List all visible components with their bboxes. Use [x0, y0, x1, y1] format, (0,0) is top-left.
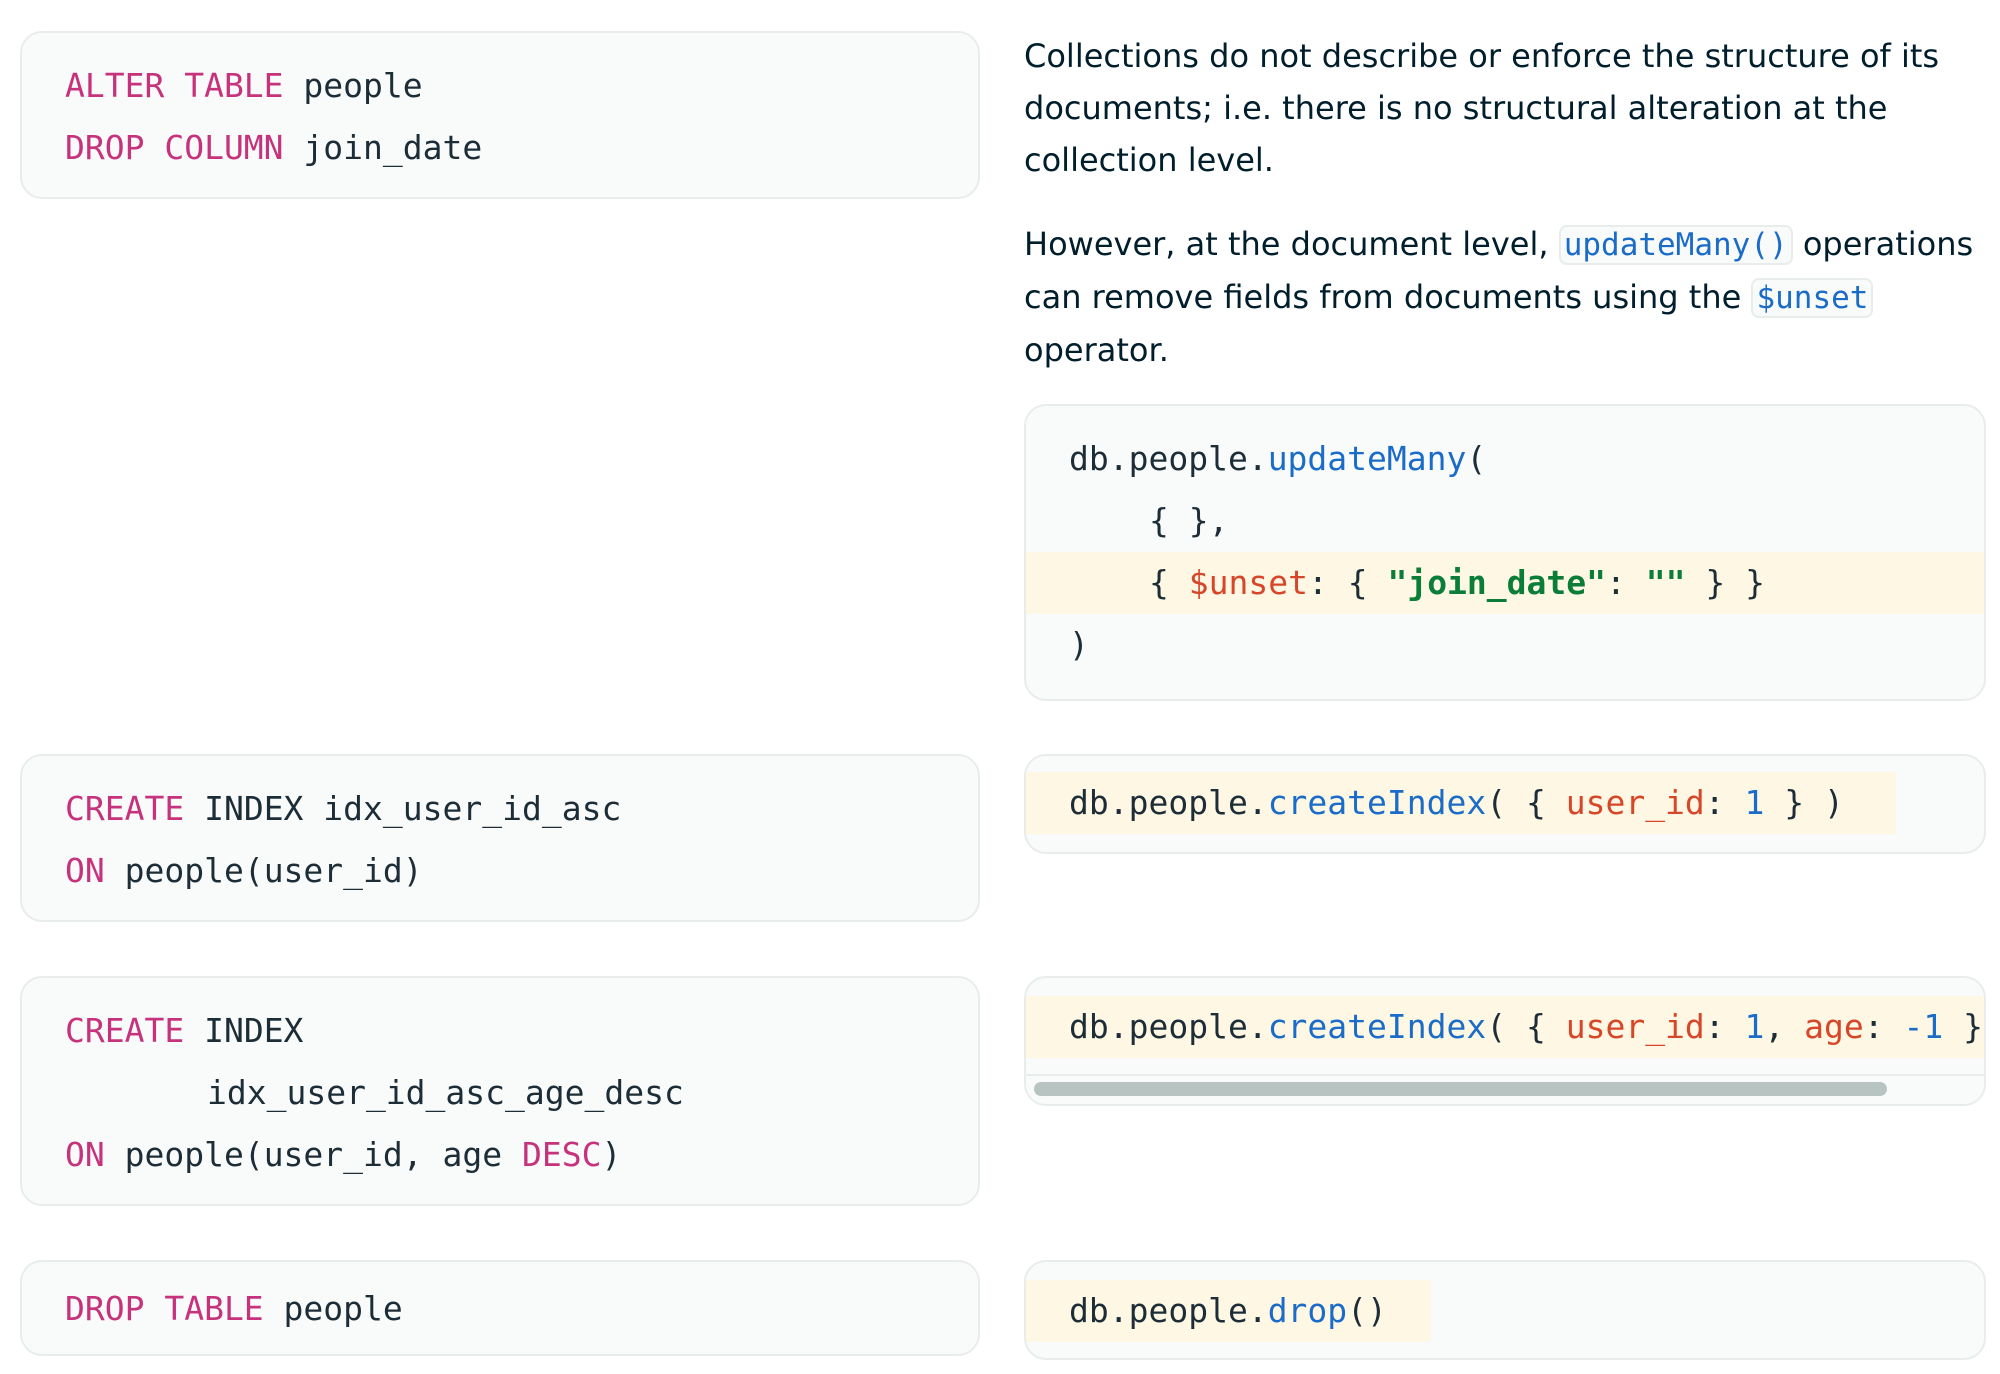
code-token: ( { [1486, 1007, 1566, 1046]
code-token: { }, [1149, 501, 1229, 540]
horizontal-scrollbar[interactable] [1034, 1082, 1887, 1096]
code-token: db.people. [1069, 439, 1268, 478]
code-token: INDEX [184, 1011, 304, 1050]
code-token: : [1606, 563, 1646, 602]
code-line: DROP COLUMN join_date [22, 117, 978, 179]
code-line: ON people(user_id) [22, 840, 978, 902]
code-token-kw: DESC [521, 1135, 602, 1174]
code-line: DROP TABLE people [22, 1278, 978, 1340]
code-token-var: user_id [1565, 1007, 1705, 1046]
text: However, at the document level, [1024, 225, 1559, 263]
code-token: db.people. [1069, 783, 1268, 822]
code-token: { [1149, 563, 1189, 602]
paragraph-update-many: However, at the document level, updateMa… [1024, 218, 1974, 376]
code-token: db.people. [1069, 1007, 1268, 1046]
code-token: ( [1466, 439, 1487, 478]
sql-code-block-drop-column: ALTER TABLE people DROP COLUMN join_date [20, 31, 980, 199]
code-token: () [1347, 1291, 1387, 1330]
code-token: people [283, 66, 423, 105]
code-token: : { [1307, 563, 1388, 602]
code-token: join_date [283, 128, 483, 167]
code-token: INDEX idx_user_id_asc [184, 789, 622, 828]
code-token-var: age [1804, 1007, 1864, 1046]
code-token: idx_user_id_asc_age_desc [207, 1073, 684, 1112]
inline-code-unset[interactable]: $unset [1751, 278, 1874, 318]
code-line: CREATE INDEX [22, 1000, 978, 1062]
code-token: people(user_id, age [104, 1135, 522, 1174]
code-token: ( { [1486, 783, 1566, 822]
code-token-fn: createIndex [1267, 783, 1487, 822]
code-token-kw: ALTER TABLE [65, 66, 284, 105]
mongo-code-block-create-index: db.people.createIndex( { user_id: 1 } ) [1024, 754, 1986, 854]
code-token-kw: ON [65, 851, 105, 890]
code-line-highlighted: db.people.createIndex( { user_id: 1 } ) [1026, 772, 1896, 834]
code-line: CREATE INDEX idx_user_id_asc [22, 778, 978, 840]
paragraph-collections: Collections do not describe or enforce t… [1024, 37, 1940, 179]
code-token-fn: drop [1267, 1291, 1348, 1330]
code-token: : [1704, 783, 1745, 822]
code-line-highlighted: db.people.drop() [1026, 1280, 1431, 1342]
code-token: , [1764, 1007, 1805, 1046]
code-line: ON people(user_id, age DESC) [22, 1124, 978, 1186]
code-line: { }, [1026, 490, 1984, 552]
code-token: } ) [1764, 783, 1844, 822]
code-line-highlighted: db.people.createIndex( { user_id: 1, age… [1026, 996, 1984, 1058]
code-token-fn: createIndex [1267, 1007, 1487, 1046]
text: operator. [1024, 331, 1169, 369]
code-line: ) [1026, 614, 1984, 676]
code-token: people(user_id) [104, 851, 423, 890]
mongo-code-block-create-compound-index[interactable]: db.people.createIndex( { user_id: 1, age… [1024, 976, 1986, 1106]
code-token-kw: ON [65, 1135, 105, 1174]
code-token: db.people. [1069, 1291, 1268, 1330]
code-token: } } [1685, 563, 1765, 602]
code-token-kw: DROP COLUMN [65, 128, 284, 167]
code-token-num: 1 [1744, 1007, 1765, 1046]
code-token: : [1704, 1007, 1745, 1046]
code-token-str: "join_date" [1387, 563, 1606, 602]
code-token: people [263, 1289, 403, 1328]
code-token-fn: updateMany [1267, 439, 1467, 478]
sql-code-block-create-index: CREATE INDEX idx_user_id_asc ON people(u… [20, 754, 980, 922]
code-token: } ) [1963, 1007, 1984, 1046]
code-token-var: user_id [1565, 783, 1705, 822]
description-text: Collections do not describe or enforce t… [1024, 30, 1974, 376]
sql-code-block-drop-table: DROP TABLE people [20, 1260, 980, 1356]
mongo-code-block-drop: db.people.drop() [1024, 1260, 1986, 1360]
code-line: ALTER TABLE people [22, 55, 978, 117]
code-token-kw: CREATE [65, 1011, 185, 1050]
mongo-code-block-update-many: db.people.updateMany( { }, { $unset: { "… [1024, 404, 1986, 701]
inline-code-update-many[interactable]: updateMany() [1558, 225, 1793, 265]
code-token: ) [1069, 625, 1089, 664]
code-line-highlighted: { $unset: { "join_date": "" } } [1026, 552, 1984, 614]
code-token-num: -1 [1903, 1007, 1944, 1046]
code-token: : [1863, 1007, 1904, 1046]
code-line: idx_user_id_asc_age_desc [22, 1062, 978, 1124]
code-token-num: 1 [1744, 783, 1765, 822]
sql-code-block-create-compound-index: CREATE INDEX idx_user_id_asc_age_desc ON… [20, 976, 980, 1206]
code-line: db.people.updateMany( [1026, 428, 1984, 490]
code-token: ) [601, 1135, 622, 1174]
code-token-str: "" [1645, 563, 1686, 602]
code-token-var: $unset [1188, 563, 1308, 602]
code-token-kw: CREATE [65, 789, 185, 828]
code-token-kw: DROP TABLE [65, 1289, 264, 1328]
